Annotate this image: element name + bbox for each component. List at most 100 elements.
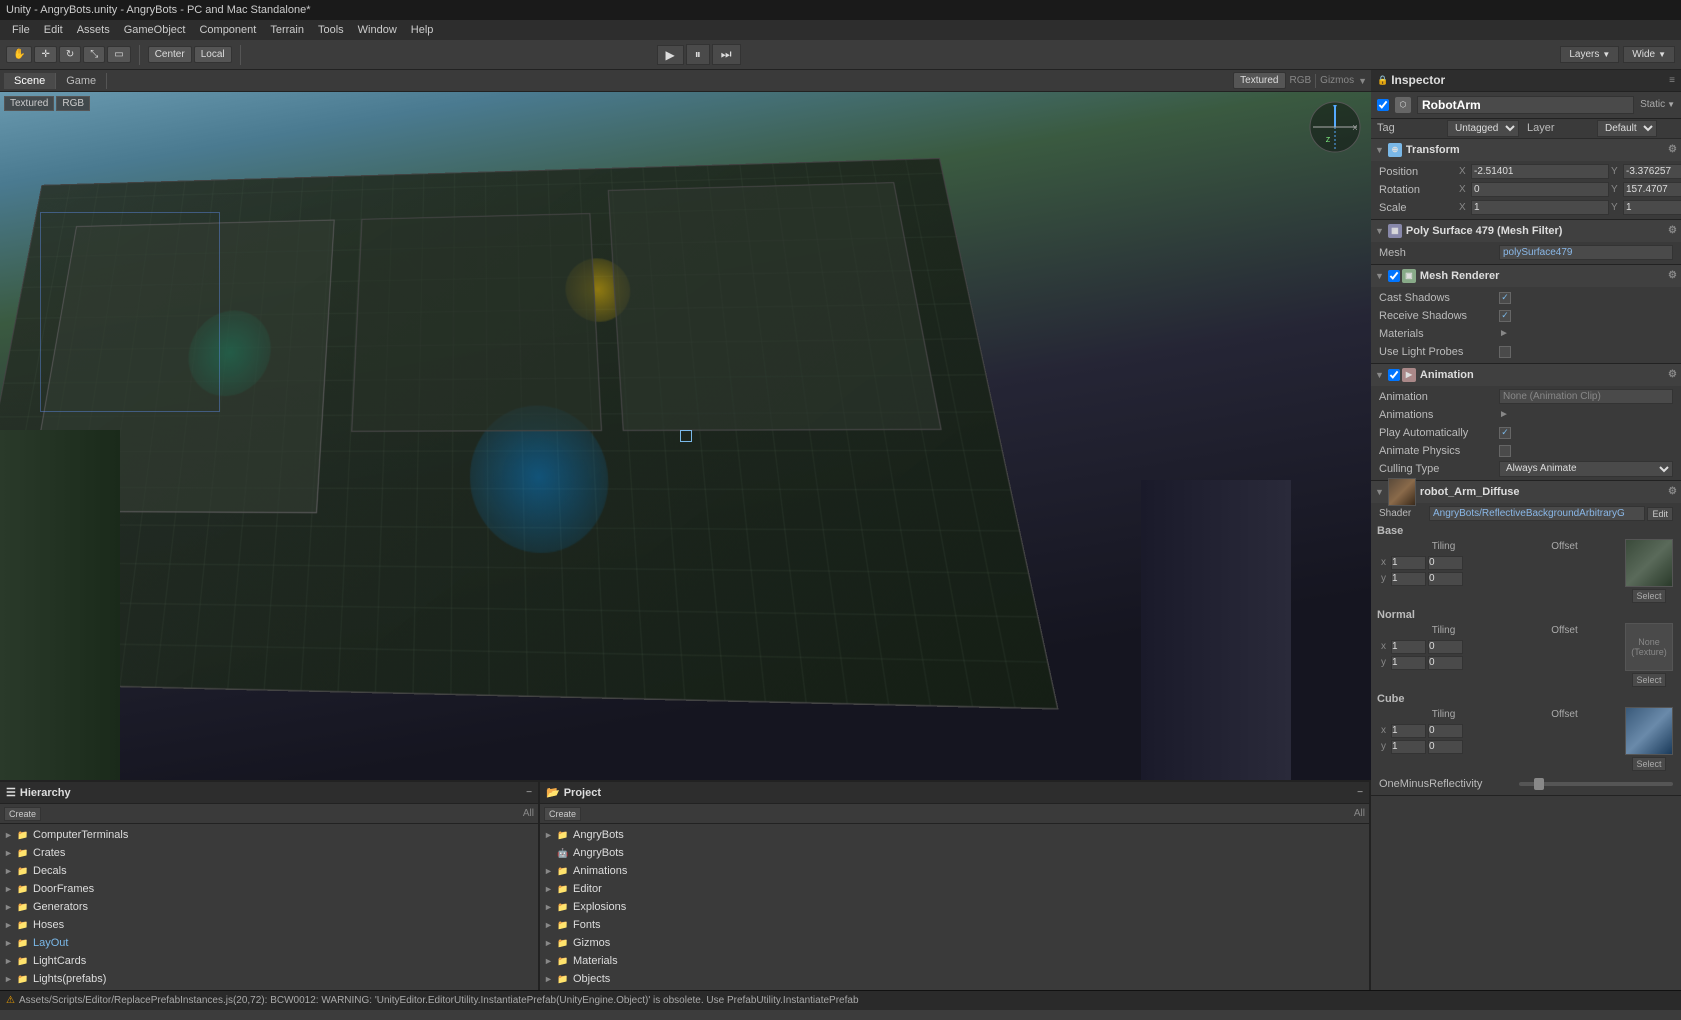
cube-texture-thumb[interactable] [1625,707,1673,755]
play-button[interactable]: ▶ [657,45,684,65]
anim-enable-checkbox[interactable] [1388,369,1400,381]
local-button[interactable]: Local [194,46,232,63]
textured-btn[interactable]: Textured [1233,72,1285,89]
tree-item-hoses[interactable]: ► 📁 Hoses [0,916,538,934]
scene-rgb-btn[interactable]: RGB [56,96,90,111]
normal-offset-y[interactable] [1428,656,1463,670]
cube-select-btn[interactable]: Select [1632,757,1665,771]
move-tool[interactable]: ✛ [34,46,56,63]
mesh-renderer-header[interactable]: ▼ ▣ Mesh Renderer ⚙ [1371,265,1681,287]
cube-offset-x[interactable] [1428,724,1463,738]
project-collapse[interactable]: − [1357,787,1363,798]
project-item-angrybots-1[interactable]: ► 📁 AngryBots [540,826,1369,844]
scene-viewport[interactable]: Y X Z Textured RGB [0,92,1371,780]
menu-help[interactable]: Help [405,24,440,36]
project-item-explosions[interactable]: ► 📁 Explosions [540,898,1369,916]
project-item-editor[interactable]: ► 📁 Editor [540,880,1369,898]
cube-tiling-x[interactable] [1391,724,1426,738]
pos-x-input[interactable] [1471,164,1609,179]
layers-dropdown[interactable]: Layers [1560,46,1619,63]
receive-shadows-check[interactable]: ✓ [1499,310,1511,322]
gizmos-label[interactable]: Gizmos [1320,75,1354,86]
menu-gameobject[interactable]: GameObject [118,24,192,36]
project-item-fonts[interactable]: ► 📁 Fonts [540,916,1369,934]
inspector-menu-icon[interactable]: ≡ [1669,75,1675,86]
base-texture-thumb[interactable] [1625,539,1673,587]
menu-terrain[interactable]: Terrain [264,24,310,36]
mesh-filter-header[interactable]: ▼ ▦ Poly Surface 479 (Mesh Filter) ⚙ [1371,220,1681,242]
tab-game[interactable]: Game [56,73,107,89]
project-create-btn[interactable]: Create [544,807,581,821]
project-item-gizmos[interactable]: ► 📁 Gizmos [540,934,1369,952]
static-dropdown[interactable]: ▼ [1667,100,1675,109]
center-button[interactable]: Center [148,46,192,63]
transform-settings-icon[interactable]: ⚙ [1668,144,1677,155]
menu-window[interactable]: Window [352,24,403,36]
pause-button[interactable]: ⏸ [686,44,710,65]
tag-select[interactable]: Untagged [1447,120,1519,137]
play-auto-check[interactable]: ✓ [1499,427,1511,439]
hierarchy-all-label[interactable]: All [523,808,534,819]
rot-x-input[interactable] [1471,182,1609,197]
tree-item-layout[interactable]: ► 📁 LayOut [0,934,538,952]
rotate-tool[interactable]: ↻ [59,46,81,63]
scene-textured-btn[interactable]: Textured [4,96,54,111]
meshrender-enable-checkbox[interactable] [1388,270,1400,282]
project-item-objects[interactable]: ► 📁 Objects [540,970,1369,988]
mat-settings-icon[interactable]: ⚙ [1668,486,1677,497]
menu-file[interactable]: File [6,24,36,36]
rect-tool[interactable]: ▭ [107,46,130,63]
use-light-probes-check[interactable]: ✓ [1499,346,1511,358]
mesh-value-text[interactable]: polySurface479 [1499,245,1673,260]
scale-x-input[interactable] [1471,200,1609,215]
slider-thumb[interactable] [1534,778,1544,790]
normal-tiling-x[interactable] [1391,640,1426,654]
base-tiling-y[interactable] [1391,572,1426,586]
reflectivity-slider[interactable] [1519,782,1673,786]
base-tiling-x[interactable] [1391,556,1426,570]
scale-y-input[interactable] [1623,200,1681,215]
anim-settings-icon[interactable]: ⚙ [1668,369,1677,380]
project-item-animations[interactable]: ► 📁 Animations [540,862,1369,880]
menu-edit[interactable]: Edit [38,24,69,36]
wide-dropdown[interactable]: Wide [1623,46,1675,63]
tree-item-generators[interactable]: ► 📁 Generators [0,898,538,916]
rot-y-input[interactable] [1623,182,1681,197]
materials-expand[interactable]: ► [1499,328,1509,339]
normal-texture-none[interactable]: None(Texture) [1625,623,1673,671]
meshrender-settings-icon[interactable]: ⚙ [1668,270,1677,281]
tree-item-lightcards[interactable]: ► 📁 LightCards [0,952,538,970]
pos-y-input[interactable] [1623,164,1681,179]
tree-item-doorframes[interactable]: ► 📁 DoorFrames [0,880,538,898]
hand-tool[interactable]: ✋ [6,46,32,63]
tree-item-decals[interactable]: ► 📁 Decals [0,862,538,880]
cube-tiling-y[interactable] [1391,740,1426,754]
cube-offset-y[interactable] [1428,740,1463,754]
base-offset-x[interactable] [1428,556,1463,570]
normal-select-btn[interactable]: Select [1632,673,1665,687]
layer-select[interactable]: Default [1597,120,1657,137]
material-component-header[interactable]: ▼ robot_Arm_Diffuse ⚙ [1371,481,1681,503]
culling-select[interactable]: Always Animate [1499,461,1673,477]
animate-physics-check[interactable]: ✓ [1499,445,1511,457]
shader-edit-btn[interactable]: Edit [1647,507,1673,521]
hierarchy-create-btn[interactable]: Create [4,807,41,821]
tree-item-computer-terminals[interactable]: ► 📁 ComputerTerminals [0,826,538,844]
project-item-angrybots-2[interactable]: 🤖 AngryBots [540,844,1369,862]
project-item-materials[interactable]: ► 📁 Materials [540,952,1369,970]
obj-name-field[interactable] [1417,96,1634,114]
normal-tiling-y[interactable] [1391,656,1426,670]
shader-value[interactable]: AngryBots/ReflectiveBackgroundArbitraryG [1429,506,1645,521]
menu-assets[interactable]: Assets [71,24,116,36]
project-all-label[interactable]: All [1354,808,1365,819]
base-offset-y[interactable] [1428,572,1463,586]
tree-item-crates[interactable]: ► 📁 Crates [0,844,538,862]
tab-scene[interactable]: Scene [4,73,56,89]
obj-active-checkbox[interactable] [1377,99,1389,111]
inspector-lock-icon[interactable]: 🔒 [1377,75,1388,86]
meshfilter-settings-icon[interactable]: ⚙ [1668,225,1677,236]
step-button[interactable]: ⏭ [712,44,741,65]
anim-clip-text[interactable]: None (Animation Clip) [1499,389,1673,404]
cast-shadows-check[interactable]: ✓ [1499,292,1511,304]
animations-expand-icon[interactable]: ► [1499,409,1509,420]
